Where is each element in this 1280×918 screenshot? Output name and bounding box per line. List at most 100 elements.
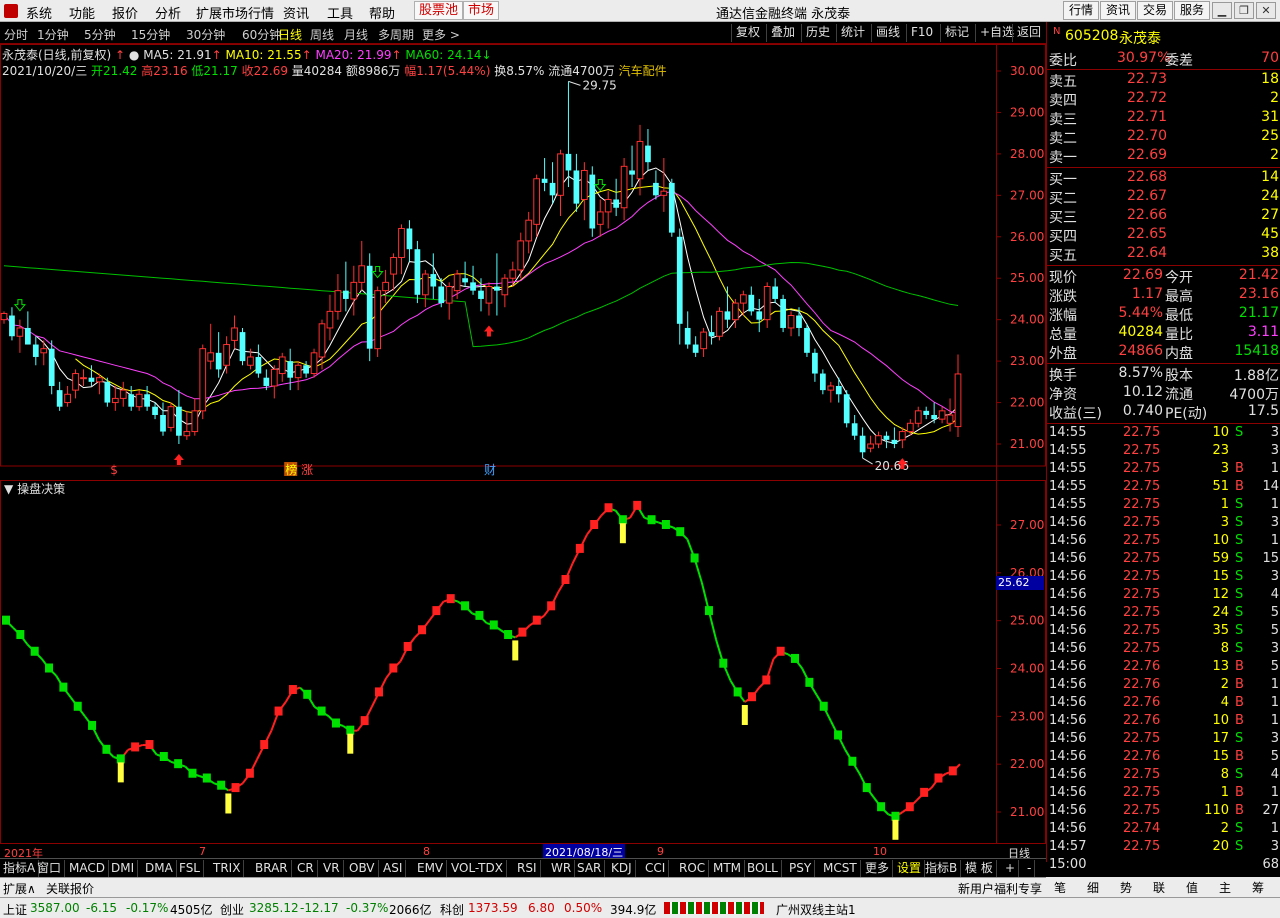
- indicator-down-block: [834, 730, 843, 740]
- close-icon[interactable]: ✕: [1256, 2, 1276, 19]
- period-tab[interactable]: 15分钟: [131, 26, 170, 43]
- indicator-tab[interactable]: MTM: [710, 860, 746, 877]
- candle-body-up: [40, 348, 48, 354]
- news-button[interactable]: 资讯: [1100, 1, 1137, 20]
- new-user-promo-link[interactable]: 新用户福利专享: [958, 880, 1042, 897]
- indicator-tab[interactable]: 更多: [862, 860, 894, 877]
- market-button[interactable]: 市场: [463, 1, 500, 20]
- indicator-title[interactable]: ▼ 操盘决策: [4, 480, 65, 497]
- indicator-tab[interactable]: 窗口: [34, 860, 66, 877]
- indicator-tab[interactable]: 设置: [894, 860, 926, 877]
- quote-bottom-tab[interactable]: 细: [1087, 879, 1099, 896]
- tick-volume: 23: [1212, 443, 1229, 458]
- tick-row: 14:56 22.75 110 B 27: [1047, 803, 1280, 822]
- quote-bottom-tab[interactable]: 联: [1153, 879, 1165, 896]
- collapse-icon[interactable]: ▼: [4, 482, 13, 496]
- period-tab[interactable]: 周线: [310, 26, 334, 43]
- indicator-tab[interactable]: OBV: [346, 860, 379, 877]
- indicator-tab[interactable]: BRAR: [252, 860, 292, 877]
- indicator-tab[interactable]: DMI: [108, 860, 139, 877]
- menu-item[interactable]: 系统: [26, 3, 52, 22]
- quote-bottom-tab[interactable]: 值: [1186, 879, 1198, 896]
- trade-button[interactable]: 交易: [1137, 1, 1174, 20]
- indicator-right-tab[interactable]: -: [1024, 860, 1036, 877]
- indicator-tab[interactable]: VOL-TDX: [448, 860, 507, 877]
- candle-body-down: [24, 327, 31, 345]
- stock-pool-button[interactable]: 股票池: [414, 1, 464, 20]
- period-tab[interactable]: 5分钟: [84, 26, 116, 43]
- period-tab-more[interactable]: 更多 >: [422, 26, 460, 43]
- extend-button[interactable]: 扩展∧: [3, 880, 36, 897]
- indicator-tab[interactable]: CCI: [642, 860, 670, 877]
- indicator-tab[interactable]: ROC: [676, 860, 710, 877]
- indicator-right-tab[interactable]: 指标B: [922, 860, 962, 877]
- candle-body-down: [724, 311, 731, 320]
- index-kc-label[interactable]: 科创: [440, 901, 464, 918]
- indicator-tab[interactable]: MACD: [66, 860, 109, 877]
- indicator-tab[interactable]: VR: [320, 860, 344, 877]
- quote-bottom-tab[interactable]: 主: [1219, 879, 1231, 896]
- period-tab[interactable]: 多周期: [378, 26, 414, 43]
- back-button[interactable]: 返回: [1012, 24, 1045, 42]
- candle-body-down: [414, 249, 421, 295]
- service-button[interactable]: 服务: [1174, 1, 1211, 20]
- menu-item[interactable]: 帮助: [369, 3, 395, 22]
- indicator-tab[interactable]: BOLL: [744, 860, 782, 877]
- server-label[interactable]: 广州双线主站1: [776, 901, 856, 918]
- stats-button[interactable]: 统计: [836, 24, 869, 42]
- quote-header: N 605208 永茂泰: [1047, 24, 1280, 47]
- menu-item[interactable]: 工具: [327, 3, 353, 22]
- period-tab[interactable]: 30分钟: [186, 26, 225, 43]
- kline-chart[interactable]: 30.00 29.00 28.00 27.00 26.00 25.00 24.00 23.00…: [0, 44, 1046, 858]
- menu-item[interactable]: 功能: [69, 3, 95, 22]
- date-axis: 2021年 7 8 2021/08/18/三 9 10 日线: [0, 843, 1046, 860]
- indicator-tab[interactable]: EMV: [414, 860, 448, 877]
- indicator-tab[interactable]: ASI: [380, 860, 407, 877]
- history-button[interactable]: 历史: [801, 24, 834, 42]
- index-cy-label[interactable]: 创业: [220, 901, 244, 918]
- period-tab-active[interactable]: 日线: [278, 26, 302, 43]
- f10-button[interactable]: F10: [906, 24, 937, 42]
- tick-price: 22.75: [1123, 443, 1161, 458]
- index-sh-label[interactable]: 上证: [3, 901, 27, 918]
- menu-item[interactable]: 扩展市场行情: [196, 3, 274, 22]
- indicator-right-tab[interactable]: +: [1002, 860, 1020, 877]
- menu-item[interactable]: 报价: [112, 3, 138, 22]
- indicator-tab[interactable]: MCST: [820, 860, 861, 877]
- candle-body-up: [421, 273, 429, 296]
- indicator-up-block: [145, 740, 154, 750]
- tick-volume: 8: [1220, 767, 1229, 782]
- indicator-tab[interactable]: TRIX: [210, 860, 245, 877]
- indicator-tab[interactable]: KDJ: [608, 860, 636, 877]
- indicator-tab[interactable]: DMA: [142, 860, 177, 877]
- indicator-right-tab[interactable]: 模 板: [962, 860, 997, 877]
- tick-count: 5: [1270, 605, 1279, 620]
- indicator-tab[interactable]: CR: [294, 860, 318, 877]
- minimize-icon[interactable]: ▁: [1212, 2, 1232, 19]
- draw-button[interactable]: 画线: [871, 24, 904, 42]
- quote-bottom-tab[interactable]: 势: [1120, 879, 1132, 896]
- indicator-up-block: [274, 706, 283, 716]
- adjust-button[interactable]: 复权: [731, 24, 764, 42]
- quote-button[interactable]: 行情: [1063, 1, 1100, 20]
- mark-button[interactable]: 标记: [940, 24, 973, 42]
- menu-item[interactable]: 资讯: [283, 3, 309, 22]
- period-tab[interactable]: 分时: [4, 26, 28, 43]
- period-tab[interactable]: 1分钟: [37, 26, 69, 43]
- maximize-icon[interactable]: ❐: [1234, 2, 1254, 19]
- quote-bottom-tab[interactable]: 筹: [1252, 879, 1264, 896]
- menu-item[interactable]: 分析: [155, 3, 181, 22]
- candle-body-down: [430, 274, 437, 287]
- period-tab[interactable]: 60分钟: [242, 26, 281, 43]
- indicator-tab[interactable]: SAR: [574, 860, 606, 877]
- indicator-tab[interactable]: FSL: [176, 860, 204, 877]
- indicator-tab[interactable]: RSI: [514, 860, 541, 877]
- related-quote-button[interactable]: 关联报价: [46, 880, 94, 897]
- overlay-button[interactable]: 叠加: [766, 24, 799, 42]
- quote-bottom-tab[interactable]: 笔: [1054, 879, 1066, 896]
- indicator-tab[interactable]: PSY: [786, 860, 816, 877]
- candle-body-down: [692, 344, 699, 353]
- bid-volume: 14: [1261, 169, 1279, 185]
- indicator-tab[interactable]: WR: [548, 860, 576, 877]
- period-tab[interactable]: 月线: [344, 26, 368, 43]
